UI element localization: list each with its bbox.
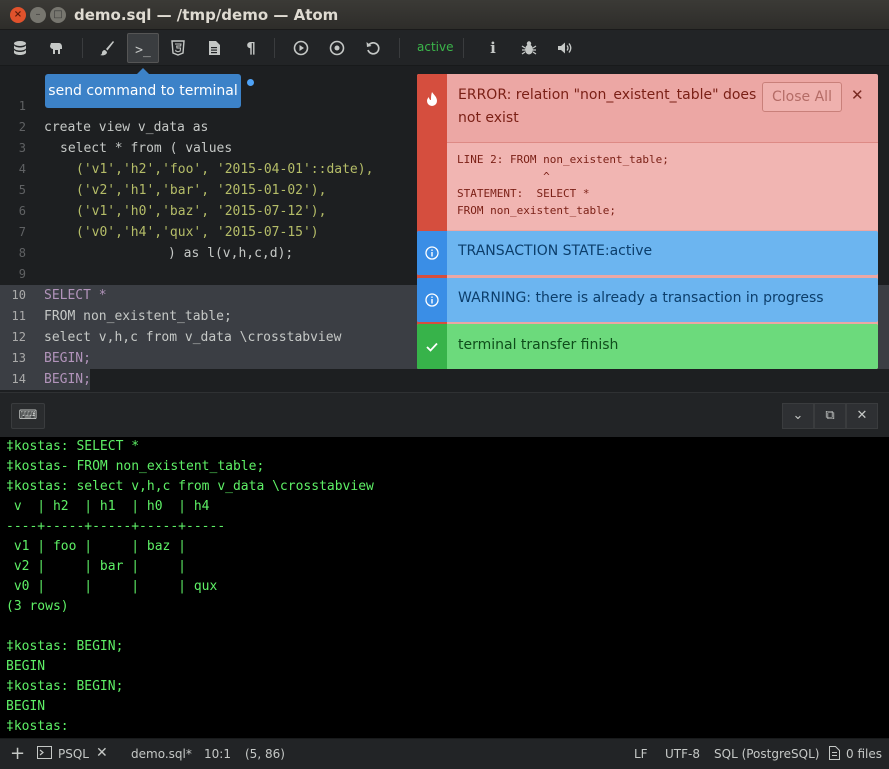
- close-icon[interactable]: ✕: [96, 745, 108, 761]
- status-bar: + PSQL ✕ demo.sql* 10:1 (5, 86) LF UTF-8…: [0, 738, 889, 769]
- info-icon: [417, 278, 447, 322]
- warning-message: WARNING: there is already a transaction …: [458, 290, 824, 306]
- terminal-line: v0 | | | | qux: [6, 579, 218, 594]
- brush-icon[interactable]: [92, 33, 122, 63]
- chevron-down-icon[interactable]: ⌄: [782, 403, 814, 429]
- line-number: 1: [18, 99, 26, 113]
- maximize-icon[interactable]: ⧉: [814, 403, 846, 429]
- line-number: 12: [11, 330, 26, 344]
- terminal-line: ‡kostas: BEGIN;: [6, 679, 124, 694]
- terminal[interactable]: ‡kostas: SELECT * ‡kostas- FROM non_exis…: [0, 437, 889, 738]
- keyboard-icon[interactable]: ⌨: [11, 403, 45, 429]
- line-number: 13: [11, 351, 26, 365]
- html5-icon[interactable]: [163, 33, 193, 63]
- line-number: 5: [18, 183, 26, 197]
- code-text: FROM non_existent_table;: [44, 309, 232, 324]
- git-files[interactable]: 0 files: [846, 747, 882, 761]
- toolbar: >_ ¶ active i: [0, 30, 889, 66]
- line-number: 11: [11, 309, 26, 323]
- line-number: 4: [18, 162, 26, 176]
- line-ending[interactable]: LF: [634, 747, 648, 761]
- close-icon[interactable]: ✕: [846, 403, 878, 429]
- code-line-selected[interactable]: 14 BEGIN;: [0, 369, 91, 390]
- window-close-button[interactable]: ×: [10, 7, 26, 23]
- toolbar-separator: [82, 38, 83, 58]
- code-text: ) as l(v,h,c,d);: [168, 246, 294, 261]
- close-icon[interactable]: ✕: [851, 86, 864, 104]
- encoding[interactable]: UTF-8: [665, 747, 700, 761]
- terminal-line: (3 rows): [6, 599, 69, 614]
- bug-icon[interactable]: [514, 33, 544, 63]
- info-notification: TRANSACTION STATE:active: [417, 231, 878, 275]
- terminal-line: ----+-----+-----+-----+-----: [6, 519, 226, 534]
- code-text: select * from ( values: [60, 141, 233, 156]
- code-text: select v,h,c from v_data \crosstabview: [44, 330, 342, 345]
- transaction-status: active: [417, 40, 454, 54]
- line-number: 3: [18, 141, 26, 155]
- warning-notification: WARNING: there is already a transaction …: [417, 278, 878, 322]
- line-number: 8: [18, 246, 26, 260]
- toolbar-separator: [274, 38, 275, 58]
- line-number: 2: [18, 120, 26, 134]
- terminal-line: BEGIN: [6, 699, 46, 714]
- line-number: 6: [18, 204, 26, 218]
- tooltip: send command to terminal: [45, 68, 241, 108]
- terminal-icon: [37, 746, 52, 762]
- close-all-button[interactable]: Close All: [762, 82, 842, 112]
- success-notification: terminal transfer finish: [417, 324, 878, 369]
- code-text: ('v2','h1','bar', '2015-01-02'),: [76, 183, 327, 198]
- line-number: 9: [18, 267, 26, 281]
- code-text: ('v1','h2','foo', '2015-04-01'::date),: [76, 162, 374, 177]
- terminal-line: ‡kostas: select v,h,c from v_data \cross…: [6, 479, 374, 494]
- line-number: 14: [11, 372, 26, 386]
- info-icon: [417, 231, 447, 275]
- selection-count: (5, 86): [245, 747, 285, 761]
- pilcrow-icon[interactable]: ¶: [236, 33, 266, 63]
- terminal-line: v | h2 | h1 | h0 | h4: [6, 499, 210, 514]
- line-number: 10: [11, 288, 26, 302]
- line-number: 7: [18, 225, 26, 239]
- file-name[interactable]: demo.sql*: [131, 747, 192, 761]
- database-icon[interactable]: [5, 33, 35, 63]
- success-message: terminal transfer finish: [458, 337, 619, 353]
- code-text: create view v_data as: [44, 120, 209, 135]
- title-bar: × – □ demo.sql — /tmp/demo — Atom: [0, 0, 889, 30]
- terminal-line: ‡kostas: SELECT *: [6, 439, 140, 454]
- window-minimize-button[interactable]: –: [30, 7, 46, 23]
- error-detail: LINE 2: FROM non_existent_table; ^ STATE…: [447, 142, 878, 230]
- window-maximize-button[interactable]: □: [50, 7, 66, 23]
- modified-indicator: [247, 79, 254, 86]
- terminal-line: v1 | foo | | baz |: [6, 539, 187, 554]
- toolbar-separator: [399, 38, 400, 58]
- elephant-icon[interactable]: [41, 33, 71, 63]
- add-terminal-button[interactable]: +: [10, 743, 25, 764]
- terminal-panel-header: ⌨ ⌄ ⧉ ✕: [0, 392, 889, 437]
- stop-icon[interactable]: [322, 33, 352, 63]
- check-icon: [417, 324, 447, 369]
- terminal-line: v2 | | bar | |: [6, 559, 187, 574]
- code-text: SELECT *: [44, 288, 107, 303]
- toolbar-separator: [463, 38, 464, 58]
- file-status-icon: [829, 746, 840, 763]
- code-text: ('v0','h4','qux', '2015-07-15'): [76, 225, 319, 240]
- window-title: demo.sql — /tmp/demo — Atom: [74, 6, 339, 24]
- file-icon[interactable]: [199, 33, 229, 63]
- volume-icon[interactable]: [550, 33, 580, 63]
- terminal-icon[interactable]: >_: [127, 33, 159, 63]
- cursor-position[interactable]: 10:1: [204, 747, 231, 761]
- terminal-line: ‡kostas: BEGIN;: [6, 639, 124, 654]
- terminal-line: ‡kostas- FROM non_existent_table;: [6, 459, 265, 474]
- code-text: BEGIN;: [44, 351, 91, 366]
- code-text: ('v1','h0','baz', '2015-07-12'),: [76, 204, 327, 219]
- refresh-icon[interactable]: [358, 33, 388, 63]
- play-icon[interactable]: [286, 33, 316, 63]
- terminal-tab-label[interactable]: PSQL: [58, 747, 89, 761]
- code-text: BEGIN;: [44, 372, 91, 387]
- info-icon[interactable]: i: [478, 33, 508, 63]
- terminal-line: BEGIN: [6, 659, 46, 674]
- info-message: TRANSACTION STATE:active: [458, 243, 653, 259]
- terminal-line: ‡kostas:: [6, 719, 77, 734]
- grammar[interactable]: SQL (PostgreSQL): [714, 747, 819, 761]
- error-message: ERROR: relation "non_existent_table" doe…: [458, 87, 757, 126]
